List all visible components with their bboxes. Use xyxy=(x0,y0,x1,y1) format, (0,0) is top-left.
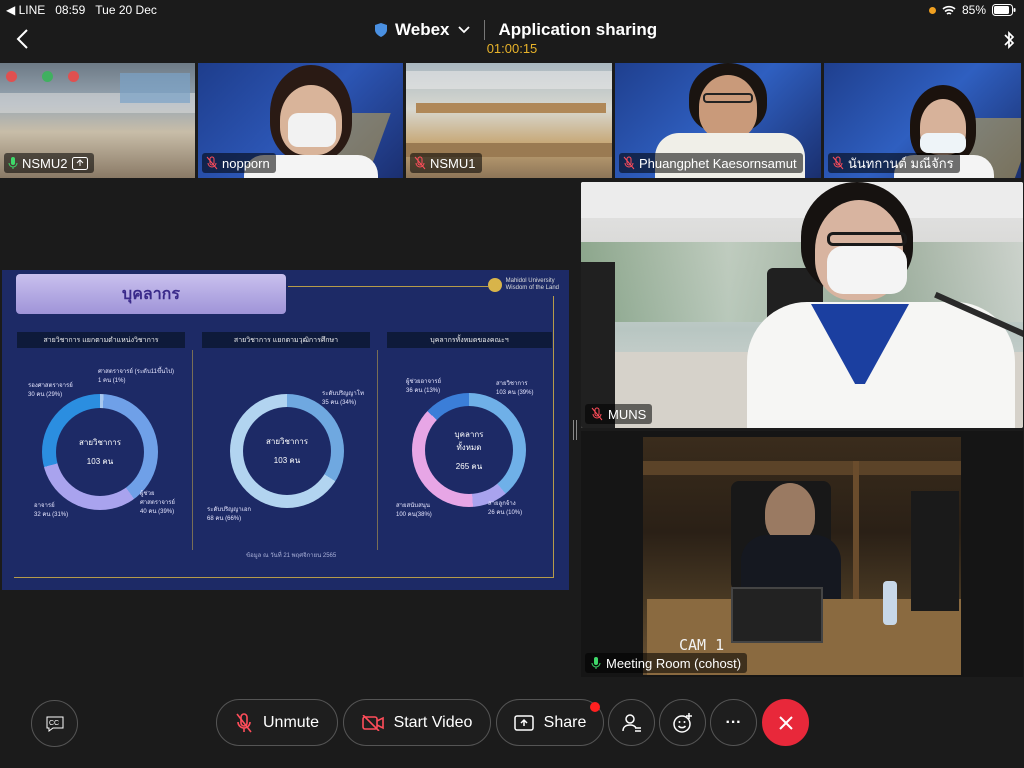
title-divider xyxy=(483,20,485,40)
window-close-dot xyxy=(6,71,17,82)
share-screen-icon xyxy=(513,714,534,731)
sharing-active-dot xyxy=(590,702,600,712)
battery-percent: 85% xyxy=(961,3,986,17)
chart-label: สายสนับสนุน 100 คน(38%) xyxy=(396,503,432,518)
orange-indicator-icon xyxy=(928,6,936,14)
participant-name-tag: nopporn xyxy=(202,153,276,173)
participant-name-tag: NSMU2 xyxy=(4,153,94,173)
camera-label: CAM 1 xyxy=(679,636,725,654)
column-header: บุคลากรทั้งหมดของคณะฯ xyxy=(387,332,552,348)
meeting-title-bar[interactable]: Webex Application sharing xyxy=(375,18,657,42)
university-logo: Mahidol University Wisdom of the Land xyxy=(487,278,559,293)
participant-thumbnail-nopporn[interactable]: nopporn xyxy=(198,63,403,178)
column-header: สายวิชาการ แยกตามวุฒิการศึกษา xyxy=(202,332,370,348)
close-icon xyxy=(778,715,793,730)
participant-thumbnail-nsmu1[interactable]: NSMU1 xyxy=(406,63,612,178)
participant-thumbnail-nantakan[interactable]: นันทกานต์ มณีจักร xyxy=(824,63,1021,178)
leave-meeting-button[interactable] xyxy=(762,699,809,746)
emoji-icon xyxy=(672,712,692,733)
participant-name-tag: NSMU1 xyxy=(410,153,482,173)
video-tile-muns[interactable]: MUNS xyxy=(581,182,1023,428)
wifi-icon xyxy=(942,5,956,15)
chart-label: ผู้ช่วยอาจารย์ 36 คน (13%) xyxy=(406,379,442,394)
unmute-button[interactable]: Unmute xyxy=(216,699,338,746)
donut-chart-education: สายวิชาการ 103 คน xyxy=(230,394,344,508)
chart-label: ศาสตราจารย์ (ระดับ11ขึ้นไป) 1 คน (1%) xyxy=(98,369,175,384)
chart-label: รองศาสตราจารย์ 30 คน (29%) xyxy=(28,383,73,398)
chart-label: ระดับปริญญาเอก 68 คน (66%) xyxy=(207,507,252,522)
chart-label: ระดับปริญญาโท 35 คน (34%) xyxy=(322,391,364,406)
slide-footnote: ข้อมูล ณ วันที่ 21 พฤศจิกายน 2565 xyxy=(246,553,337,559)
column-header: สายวิชาการ แยกตามตำแหน่งวิชาการ xyxy=(17,332,185,348)
captions-button[interactable]: CC xyxy=(31,700,78,747)
reactions-button[interactable] xyxy=(659,699,706,746)
mic-icon xyxy=(8,157,18,169)
app-name: Webex xyxy=(395,20,450,39)
window-maximize-dot xyxy=(42,71,53,82)
chart-label: ผู้ช่วย ศาสตราจารย์ 40 คน (39%) xyxy=(140,491,175,515)
back-to-app-label[interactable]: ◀ LINE xyxy=(6,3,45,17)
donut-chart-all-staff: บุคลากร ทั้งหมด 265 คน xyxy=(412,393,526,507)
status-time: 08:59 xyxy=(55,3,86,17)
start-video-button[interactable]: Start Video xyxy=(343,699,491,746)
bluetooth-icon[interactable] xyxy=(1002,30,1016,50)
video-tile-meeting-room[interactable]: CAM 1 Meeting Room (cohost) xyxy=(581,431,1023,677)
mic-muted-icon xyxy=(236,712,252,732)
participant-name-tag: นันทกานต์ มณีจักร xyxy=(828,153,960,173)
share-button[interactable]: Share xyxy=(496,699,604,746)
more-icon: ··· xyxy=(725,713,742,731)
video-off-icon xyxy=(361,714,384,731)
battery-icon xyxy=(992,4,1016,16)
participant-name-tag: Phuangphet Kaesornsamut xyxy=(619,153,803,173)
mic-muted-icon xyxy=(623,156,635,170)
chart-label: สายวิชาการ 103 คน (39%) xyxy=(496,381,534,396)
mic-muted-icon xyxy=(832,156,844,170)
participants-button[interactable] xyxy=(608,699,655,746)
shield-icon xyxy=(375,23,387,37)
chevron-down-icon[interactable] xyxy=(457,26,470,34)
participant-thumbnail-phuangphet[interactable]: Phuangphet Kaesornsamut xyxy=(615,63,821,178)
mic-icon xyxy=(591,657,601,669)
sharing-mode: Application sharing xyxy=(498,20,658,39)
slide-title: บุคลากร xyxy=(16,274,286,314)
university-seal-icon xyxy=(487,278,502,293)
mic-muted-icon xyxy=(591,407,603,421)
participant-thumbnail-nsmu2[interactable]: NSMU2 xyxy=(0,63,195,178)
status-date: Tue 20 Dec xyxy=(95,3,157,17)
chart-label: อาจารย์ 32 คน (31%) xyxy=(34,503,69,518)
mic-muted-icon xyxy=(206,156,218,170)
more-options-button[interactable]: ··· xyxy=(710,699,757,746)
participant-name-tag: MUNS xyxy=(585,404,653,424)
mic-muted-icon xyxy=(414,156,426,170)
status-bar: ◀ LINE 08:59 Tue 20 Dec 85% xyxy=(0,0,1024,20)
chart-label: สายลูกจ้าง 26 คน (10%) xyxy=(488,501,523,516)
shared-screen[interactable]: บุคลากร Mahidol University Wisdom of the… xyxy=(2,270,569,590)
window-minimize-dot xyxy=(68,71,79,82)
split-drag-handle[interactable] xyxy=(573,420,577,440)
participant-name-tag: Meeting Room (cohost) xyxy=(585,653,748,673)
screen-share-icon xyxy=(71,156,88,170)
meeting-timer: 01:00:15 xyxy=(486,41,538,56)
participants-icon xyxy=(621,713,641,732)
